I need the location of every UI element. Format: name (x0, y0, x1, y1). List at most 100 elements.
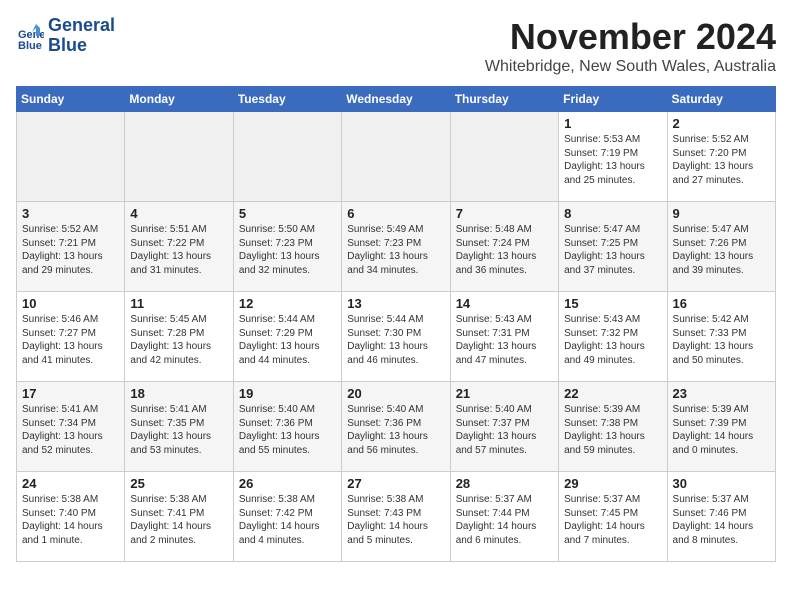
day-info: Sunrise: 5:44 AM Sunset: 7:29 PM Dayligh… (239, 313, 336, 367)
calendar-cell-5-4: 27Sunrise: 5:38 AM Sunset: 7:43 PM Dayli… (342, 472, 450, 562)
calendar-cell-4-4: 20 Sunrise: 5:40 AM Sunset: 7:36 PM Dayli… (342, 382, 450, 472)
weekday-header-thursday: Thursday (450, 87, 558, 112)
day-number: 24 (22, 476, 119, 491)
calendar-cell-1-3 (233, 112, 341, 202)
day-number: 2 (673, 116, 770, 131)
day-info: Sunrise: 5:44 AM Sunset: 7:30 PM Dayligh… (347, 313, 444, 367)
day-number: 5 (239, 206, 336, 221)
day-info: Sunrise: 5:43 AM Sunset: 7:31 PM Dayligh… (456, 313, 553, 367)
calendar-cell-4-2: 18 Sunrise: 5:41 AM Sunset: 7:35 PM Dayli… (125, 382, 233, 472)
calendar-cell-2-7: 9 Sunrise: 5:47 AM Sunset: 7:26 PM Daylig… (667, 202, 775, 292)
calendar-cell-2-3: 5 Sunrise: 5:50 AM Sunset: 7:23 PM Daylig… (233, 202, 341, 292)
day-info: Sunrise: 5:51 AM Sunset: 7:22 PM Dayligh… (130, 223, 227, 277)
calendar-cell-3-3: 12 Sunrise: 5:44 AM Sunset: 7:29 PM Dayli… (233, 292, 341, 382)
day-number: 15 (564, 296, 661, 311)
calendar-cell-3-2: 11Sunrise: 5:45 AM Sunset: 7:28 PM Dayli… (125, 292, 233, 382)
calendar-cell-3-4: 13 Sunrise: 5:44 AM Sunset: 7:30 PM Dayli… (342, 292, 450, 382)
day-number: 1 (564, 116, 661, 131)
day-number: 6 (347, 206, 444, 221)
calendar-cell-4-7: 23 Sunrise: 5:39 AM Sunset: 7:39 PM Dayli… (667, 382, 775, 472)
calendar-table: SundayMondayTuesdayWednesdayThursdayFrid… (16, 86, 776, 562)
day-info: Sunrise: 5:40 AM Sunset: 7:36 PM Dayligh… (347, 403, 444, 457)
calendar-cell-2-4: 6 Sunrise: 5:49 AM Sunset: 7:23 PM Daylig… (342, 202, 450, 292)
day-number: 29 (564, 476, 661, 491)
calendar-cell-1-1 (17, 112, 125, 202)
day-info: Sunrise: 5:37 AM Sunset: 7:44 PM Dayligh… (456, 493, 553, 547)
day-number: 13 (347, 296, 444, 311)
day-info: Sunrise: 5:41 AM Sunset: 7:34 PM Dayligh… (22, 403, 119, 457)
day-number: 27 (347, 476, 444, 491)
calendar-cell-2-1: 3 Sunrise: 5:52 AM Sunset: 7:21 PM Daylig… (17, 202, 125, 292)
day-info: Sunrise: 5:38 AM Sunset: 7:40 PM Dayligh… (22, 493, 119, 547)
calendar-cell-1-5 (450, 112, 558, 202)
day-number: 19 (239, 386, 336, 401)
calendar-cell-5-6: 29 Sunrise: 5:37 AM Sunset: 7:45 PM Dayli… (559, 472, 667, 562)
day-number: 10 (22, 296, 119, 311)
day-number: 16 (673, 296, 770, 311)
day-number: 7 (456, 206, 553, 221)
day-number: 28 (456, 476, 553, 491)
day-number: 17 (22, 386, 119, 401)
calendar-cell-5-5: 28 Sunrise: 5:37 AM Sunset: 7:44 PM Dayli… (450, 472, 558, 562)
calendar-cell-4-3: 19 Sunrise: 5:40 AM Sunset: 7:36 PM Dayli… (233, 382, 341, 472)
calendar-cell-2-5: 7 Sunrise: 5:48 AM Sunset: 7:24 PM Daylig… (450, 202, 558, 292)
day-number: 23 (673, 386, 770, 401)
day-number: 3 (22, 206, 119, 221)
day-number: 9 (673, 206, 770, 221)
day-info: Sunrise: 5:49 AM Sunset: 7:23 PM Dayligh… (347, 223, 444, 277)
month-title: November 2024 (485, 16, 776, 58)
weekday-header-monday: Monday (125, 87, 233, 112)
svg-text:Blue: Blue (18, 40, 42, 50)
calendar-cell-5-7: 30 Sunrise: 5:37 AM Sunset: 7:46 PM Dayli… (667, 472, 775, 562)
day-info: Sunrise: 5:42 AM Sunset: 7:33 PM Dayligh… (673, 313, 770, 367)
weekday-header-wednesday: Wednesday (342, 87, 450, 112)
day-info: Sunrise: 5:41 AM Sunset: 7:35 PM Dayligh… (130, 403, 227, 457)
day-info: Sunrise: 5:43 AM Sunset: 7:32 PM Dayligh… (564, 313, 661, 367)
day-number: 30 (673, 476, 770, 491)
day-info: Sunrise: 5:37 AM Sunset: 7:46 PM Dayligh… (673, 493, 770, 547)
day-info: Sunrise: 5:47 AM Sunset: 7:25 PM Dayligh… (564, 223, 661, 277)
day-number: 18 (130, 386, 227, 401)
weekday-header-sunday: Sunday (17, 87, 125, 112)
day-info: Sunrise: 5:52 AM Sunset: 7:21 PM Dayligh… (22, 223, 119, 277)
day-info: Sunrise: 5:53 AM Sunset: 7:19 PM Dayligh… (564, 133, 661, 187)
weekday-header-tuesday: Tuesday (233, 87, 341, 112)
day-number: 4 (130, 206, 227, 221)
day-info: Sunrise: 5:37 AM Sunset: 7:45 PM Dayligh… (564, 493, 661, 547)
calendar-cell-1-7: 2 Sunrise: 5:52 AM Sunset: 7:20 PM Daylig… (667, 112, 775, 202)
calendar-cell-5-2: 25 Sunrise: 5:38 AM Sunset: 7:41 PM Dayli… (125, 472, 233, 562)
weekday-header-friday: Friday (559, 87, 667, 112)
location-title: Whitebridge, New South Wales, Australia (485, 58, 776, 76)
day-number: 11 (130, 296, 227, 311)
day-number: 22 (564, 386, 661, 401)
logo-text: General Blue (48, 16, 115, 56)
day-info: Sunrise: 5:39 AM Sunset: 7:38 PM Dayligh… (564, 403, 661, 457)
day-info: Sunrise: 5:50 AM Sunset: 7:23 PM Dayligh… (239, 223, 336, 277)
calendar-cell-3-5: 14Sunrise: 5:43 AM Sunset: 7:31 PM Dayli… (450, 292, 558, 382)
calendar-cell-2-2: 4 Sunrise: 5:51 AM Sunset: 7:22 PM Daylig… (125, 202, 233, 292)
day-info: Sunrise: 5:46 AM Sunset: 7:27 PM Dayligh… (22, 313, 119, 367)
day-number: 8 (564, 206, 661, 221)
logo: General Blue General Blue (16, 16, 115, 56)
day-number: 26 (239, 476, 336, 491)
day-info: Sunrise: 5:48 AM Sunset: 7:24 PM Dayligh… (456, 223, 553, 277)
calendar-cell-3-7: 16 Sunrise: 5:42 AM Sunset: 7:33 PM Dayli… (667, 292, 775, 382)
day-number: 20 (347, 386, 444, 401)
day-info: Sunrise: 5:38 AM Sunset: 7:42 PM Dayligh… (239, 493, 336, 547)
day-info: Sunrise: 5:39 AM Sunset: 7:39 PM Dayligh… (673, 403, 770, 457)
day-info: Sunrise: 5:40 AM Sunset: 7:37 PM Dayligh… (456, 403, 553, 457)
calendar-cell-1-4 (342, 112, 450, 202)
calendar-cell-5-3: 26 Sunrise: 5:38 AM Sunset: 7:42 PM Dayli… (233, 472, 341, 562)
title-area: November 2024 Whitebridge, New South Wal… (485, 16, 776, 76)
day-info: Sunrise: 5:40 AM Sunset: 7:36 PM Dayligh… (239, 403, 336, 457)
day-number: 12 (239, 296, 336, 311)
calendar-cell-5-1: 24 Sunrise: 5:38 AM Sunset: 7:40 PM Dayli… (17, 472, 125, 562)
calendar-cell-3-1: 10 Sunrise: 5:46 AM Sunset: 7:27 PM Dayli… (17, 292, 125, 382)
calendar-cell-1-2 (125, 112, 233, 202)
calendar-cell-1-6: 1 Sunrise: 5:53 AM Sunset: 7:19 PM Daylig… (559, 112, 667, 202)
day-info: Sunrise: 5:52 AM Sunset: 7:20 PM Dayligh… (673, 133, 770, 187)
calendar-cell-3-6: 15 Sunrise: 5:43 AM Sunset: 7:32 PM Dayli… (559, 292, 667, 382)
day-info: Sunrise: 5:38 AM Sunset: 7:41 PM Dayligh… (130, 493, 227, 547)
day-info: Sunrise: 5:47 AM Sunset: 7:26 PM Dayligh… (673, 223, 770, 277)
day-number: 25 (130, 476, 227, 491)
